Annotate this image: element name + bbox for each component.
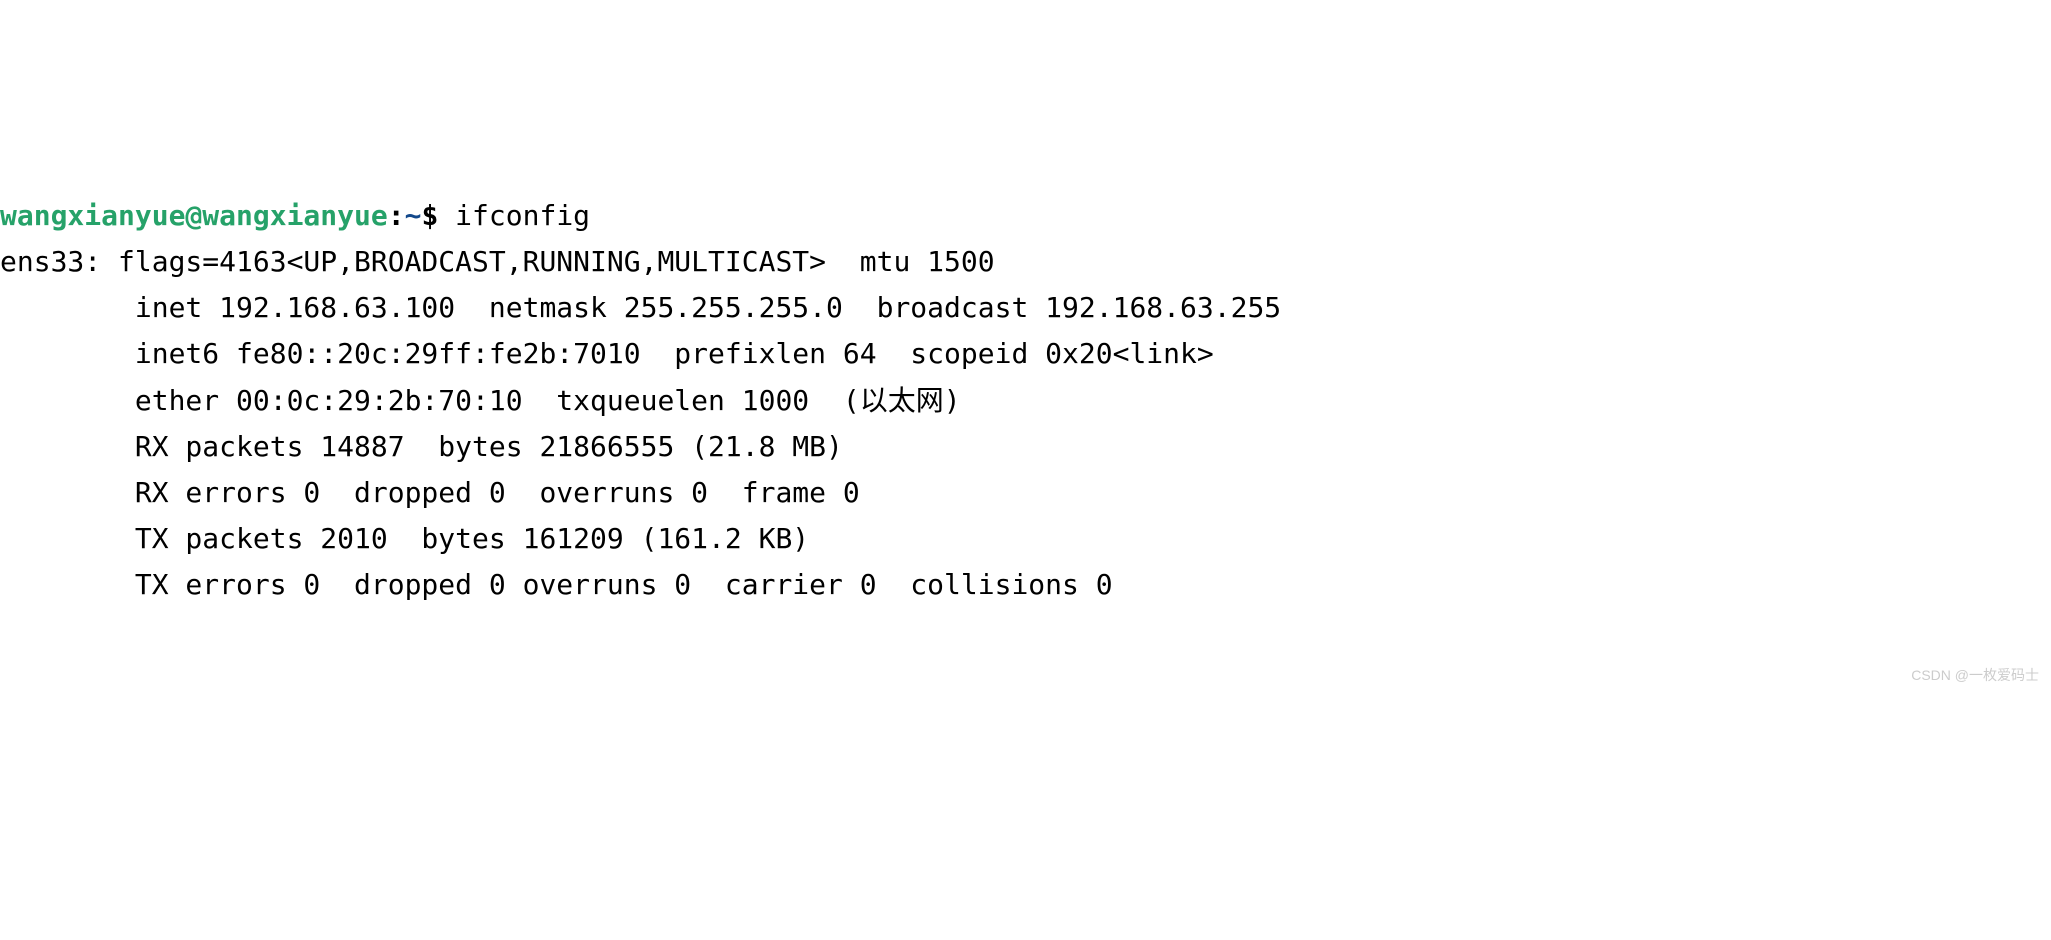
ifconfig-tx-packets-line: TX packets 2010 bytes 161209 (161.2 KB)	[0, 522, 809, 555]
prompt-separator-dollar: $	[421, 199, 438, 232]
prompt-user-host: wangxianyue@wangxianyue	[0, 199, 388, 232]
ifconfig-rx-errors-line: RX errors 0 dropped 0 overruns 0 frame 0	[0, 476, 860, 509]
prompt-path: ~	[405, 199, 422, 232]
ifconfig-rx-packets-line: RX packets 14887 bytes 21866555 (21.8 MB…	[0, 430, 843, 463]
ifconfig-inet6-line: inet6 fe80::20c:29ff:fe2b:7010 prefixlen…	[0, 337, 1214, 370]
prompt-separator-colon: :	[388, 199, 405, 232]
terminal-output: wangxianyue@wangxianyue:~$ ifconfig ens3…	[0, 193, 2051, 609]
watermark-text: CSDN @一枚爱码士	[1911, 664, 2039, 687]
command-text	[438, 199, 455, 232]
ifconfig-tx-errors-line: TX errors 0 dropped 0 overruns 0 carrier…	[0, 568, 1113, 601]
ifconfig-ether-line: ether 00:0c:29:2b:70:10 txqueuelen 1000 …	[0, 384, 961, 417]
ifconfig-inet-line: inet 192.168.63.100 netmask 255.255.255.…	[0, 291, 1281, 324]
command-ifconfig: ifconfig	[455, 199, 590, 232]
ifconfig-interface-line: ens33: flags=4163<UP,BROADCAST,RUNNING,M…	[0, 245, 995, 278]
